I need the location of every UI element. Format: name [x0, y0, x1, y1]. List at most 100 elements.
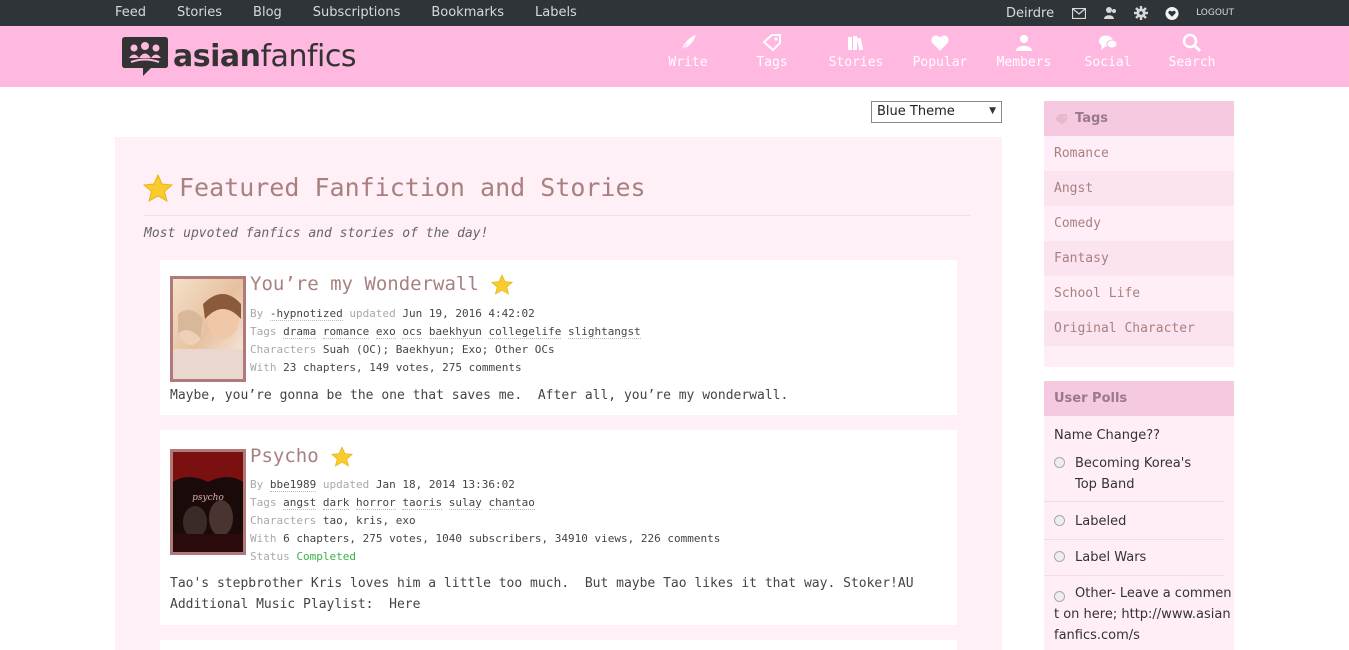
sidebar-tag-comedy[interactable]: Comedy	[1044, 206, 1234, 241]
sidebar-tag-angst[interactable]: Angst	[1044, 171, 1234, 206]
nav-stories-label: Stories	[828, 55, 884, 70]
tag-link[interactable]: slightangst	[567, 325, 641, 339]
nav-write[interactable]: Write	[646, 26, 730, 87]
star-icon	[143, 173, 173, 202]
tag-link[interactable]: angst	[283, 496, 317, 510]
tag-icon	[1055, 113, 1067, 124]
sidebar-tag-romance[interactable]: Romance	[1044, 136, 1234, 171]
top-nav: Feed Stories Blog Subscriptions Bookmark…	[115, 0, 608, 26]
story-characters: Characters tao, kris, exo	[250, 514, 416, 527]
nav-search-label: Search	[1168, 55, 1216, 70]
theme-select-value: Blue Theme	[877, 104, 955, 119]
story-byline: By bbe1989 updated Jan 18, 2014 13:36:02	[250, 478, 515, 492]
mail-icon[interactable]	[1072, 6, 1087, 20]
nav-tags[interactable]: Tags	[730, 26, 814, 87]
search-icon	[1182, 33, 1202, 53]
story-title-link[interactable]: Psycho	[250, 445, 319, 467]
dropdown-arrow-icon: ▼	[989, 106, 996, 116]
theme-select[interactable]: Blue Theme ▼	[871, 101, 1002, 123]
top-link-labels[interactable]: Labels	[535, 0, 577, 26]
tag-link[interactable]: drama	[283, 325, 317, 339]
star-icon	[330, 445, 353, 467]
site-logo[interactable]: asianfanfics	[121, 35, 356, 77]
story-card: psycho Psycho By bbe1989 updated Jan 18,…	[160, 430, 957, 625]
poll-radio[interactable]	[1054, 515, 1065, 526]
nav-tags-label: Tags	[756, 55, 788, 70]
story-status: Status Completed	[250, 550, 356, 563]
logo-speech-bubble-icon	[122, 37, 168, 76]
updated-date: Jan 18, 2014 13:36:02	[375, 478, 515, 491]
sidebar-tag-original-character[interactable]: Original Character	[1044, 311, 1234, 346]
story-cover-image[interactable]: psycho	[170, 449, 246, 555]
tag-link[interactable]: taoris	[402, 496, 443, 510]
story-characters: Characters Suah (OC); Baekhyun; Exo; Oth…	[250, 343, 555, 356]
logout-link[interactable]: LOGOUT	[1196, 8, 1234, 18]
nav-social[interactable]: Social	[1066, 26, 1150, 87]
story-tags: Tags drama romance exo ocs baekhyun coll…	[250, 325, 641, 339]
top-link-feed[interactable]: Feed	[115, 0, 146, 26]
featured-panel: Featured Fanfiction and Stories Most upv…	[115, 137, 1002, 650]
story-cover-image[interactable]	[170, 276, 246, 382]
star-icon	[490, 273, 513, 295]
author-link[interactable]: -hypnotized	[269, 307, 343, 321]
main-nav: Write Tags Stories Popular Members Socia…	[646, 26, 1234, 87]
story-meta: By bbe1989 updated Jan 18, 2014 13:36:02…	[250, 476, 720, 566]
sidebar-tag-school-life[interactable]: School Life	[1044, 276, 1234, 311]
poll-option[interactable]: Other- Leave a comment on here; http://w…	[1044, 576, 1234, 650]
tag-link[interactable]: horror	[356, 496, 396, 510]
tag-link[interactable]: exo	[375, 325, 396, 339]
top-bar: Feed Stories Blog Subscriptions Bookmark…	[0, 0, 1349, 26]
gear-icon[interactable]	[1134, 6, 1149, 20]
username-link[interactable]: Deirdre	[1006, 6, 1054, 21]
top-link-stories[interactable]: Stories	[177, 0, 222, 26]
story-title-row: You’re my Wonderwall	[250, 273, 513, 295]
poll-radio[interactable]	[1054, 551, 1065, 562]
poll-option[interactable]: Label Wars	[1044, 540, 1224, 576]
story-meta: By -hypnotized updated Jun 19, 2016 4:42…	[250, 305, 641, 377]
tag-link[interactable]: sulay	[448, 496, 482, 510]
story-description: Tao's stepbrother Kris loves him a littl…	[170, 576, 914, 612]
poll-option[interactable]: Labeled	[1044, 502, 1224, 540]
poll-radio[interactable]	[1054, 457, 1065, 468]
nav-members[interactable]: Members	[982, 26, 1066, 87]
user-menu: Deirdre LOGOUT	[1006, 0, 1234, 26]
nav-members-label: Members	[996, 55, 1052, 70]
logo-text: asianfanfics	[173, 38, 356, 74]
top-link-bookmarks[interactable]: Bookmarks	[431, 0, 504, 26]
nav-popular-label: Popular	[912, 55, 968, 70]
tag-icon	[762, 34, 781, 52]
nav-social-label: Social	[1084, 55, 1132, 70]
sidebar-tag-fantasy[interactable]: Fantasy	[1044, 241, 1234, 276]
story-title-link[interactable]: You’re my Wonderwall	[250, 273, 479, 295]
tag-link[interactable]: collegelife	[488, 325, 562, 339]
poll-option[interactable]: Becoming Korea's Top Band	[1044, 447, 1224, 502]
story-card	[160, 640, 957, 650]
member-icon	[1016, 35, 1032, 51]
tag-link[interactable]: ocs	[402, 325, 423, 339]
featured-title: Featured Fanfiction and Stories	[179, 173, 646, 202]
tags-widget: Tags Romance Angst Comedy Fantasy School…	[1044, 101, 1234, 367]
tag-link[interactable]: baekhyun	[428, 325, 482, 339]
top-link-blog[interactable]: Blog	[253, 0, 282, 26]
story-byline: By -hypnotized updated Jun 19, 2016 4:42…	[250, 307, 535, 321]
friends-icon[interactable]	[1103, 6, 1117, 20]
top-link-subscriptions[interactable]: Subscriptions	[313, 0, 401, 26]
featured-heading: Featured Fanfiction and Stories	[143, 173, 646, 202]
poll-question: Name Change??	[1054, 428, 1161, 443]
story-description: Maybe, you’re gonna be the one that save…	[170, 388, 789, 403]
nav-write-label: Write	[668, 55, 708, 70]
tag-link[interactable]: chantao	[488, 496, 535, 510]
tag-link[interactable]: dark	[322, 496, 350, 510]
heart-globe-icon[interactable]	[1165, 6, 1179, 20]
nav-popular[interactable]: Popular	[898, 26, 982, 87]
cover-title: psycho	[192, 493, 224, 503]
nav-search[interactable]: Search	[1150, 26, 1234, 87]
polls-widget-header: User Polls	[1044, 381, 1234, 416]
chat-icon	[1099, 35, 1118, 50]
story-stats: With 23 chapters, 149 votes, 275 comment…	[250, 361, 522, 374]
poll-radio[interactable]	[1054, 591, 1065, 602]
author-link[interactable]: bbe1989	[269, 478, 317, 492]
nav-stories[interactable]: Stories	[814, 26, 898, 87]
tag-link[interactable]: romance	[322, 325, 370, 339]
site-header: asianfanfics Write Tags Stories Popular …	[0, 26, 1349, 87]
